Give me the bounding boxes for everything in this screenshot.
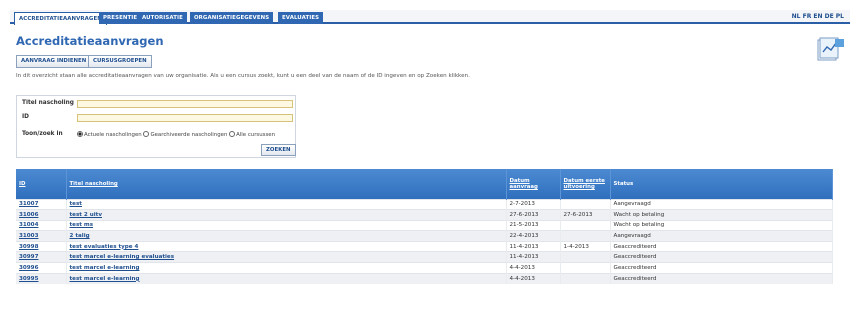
row-id-link[interactable]: 30998: [16, 240, 67, 252]
row-id-link[interactable]: 30995: [16, 272, 67, 284]
results-table: ID Titel nascholing Datum aanvraag Datum…: [16, 169, 833, 284]
row-date-first: [560, 251, 611, 263]
tab-organisatiegegevens[interactable]: Organisatiegegevens: [190, 12, 274, 24]
title-field-label: Titel nascholing: [22, 100, 74, 106]
title-field[interactable]: [77, 100, 293, 108]
row-date-request: 11-4-2013: [506, 240, 561, 252]
tab-autorisatie[interactable]: Autorisatie: [138, 12, 187, 24]
row-status: Geaccrediteerd: [610, 272, 833, 284]
radio-alle[interactable]: [229, 131, 236, 137]
table-row: 30996 test marcel e-learning 4-4-2013 Geacc…: [16, 262, 833, 274]
row-date-first: 1-4-2013: [560, 240, 611, 252]
row-title-link[interactable]: test marcel e-learning evaluaties: [66, 251, 507, 263]
row-title-link[interactable]: test marcel e-learning: [66, 262, 507, 274]
tab-evaluaties[interactable]: Evaluaties: [278, 12, 324, 24]
row-status: Aangevraagd: [610, 198, 833, 210]
table-row: 31004 test ms 21-5-2013 Wacht op betaling: [16, 219, 833, 231]
chart-document-icon[interactable]: [816, 36, 846, 62]
row-status: Geaccrediteerd: [610, 262, 833, 274]
search-button[interactable]: Zoeken: [261, 144, 296, 156]
column-header-title[interactable]: Titel nascholing: [66, 169, 507, 199]
row-date-request: 4-4-2013: [506, 272, 561, 284]
top-navigation: Accreditatieaanvragen Presentie Autorisa…: [10, 10, 850, 25]
radio-alle-label: Alle cursussen: [236, 132, 275, 138]
id-field[interactable]: [77, 114, 293, 122]
row-status: Geaccrediteerd: [610, 251, 833, 263]
row-title-link[interactable]: test evaluaties type 4: [66, 240, 507, 252]
page-title: Accreditatieaanvragen: [16, 34, 164, 48]
new-request-button[interactable]: Aanvraag indienen: [16, 55, 92, 68]
row-date-request: 2-7-2013: [506, 198, 561, 210]
row-status: Wacht op betaling: [610, 219, 833, 231]
row-id-link[interactable]: 31007: [16, 198, 67, 210]
row-title-link[interactable]: test 2 uitv: [66, 209, 507, 221]
row-title-link[interactable]: test: [66, 198, 507, 210]
table-row: 30997 test marcel e-learning evaluaties 11…: [16, 251, 833, 263]
row-id-link[interactable]: 31003: [16, 230, 67, 242]
column-header-date-request[interactable]: Datum aanvraag: [506, 169, 561, 199]
search-panel: Titel nascholing ID Toon/zoek in Actuele…: [16, 95, 296, 158]
course-groups-button[interactable]: Cursusgroepen: [88, 55, 152, 68]
row-date-first: [560, 262, 611, 274]
row-title-link[interactable]: test marcel e-learning: [66, 272, 507, 284]
tab-presentie[interactable]: Presentie: [99, 12, 142, 24]
table-row: 30995 test marcel e-learning 4-4-2013 Geacc…: [16, 272, 833, 284]
row-title-link[interactable]: test ms: [66, 219, 507, 231]
row-date-first: 27-6-2013: [560, 209, 611, 221]
intro-text: In dit overzicht staan alle accreditatie…: [16, 73, 470, 79]
row-date-request: 27-6-2013: [506, 209, 561, 221]
language-switcher[interactable]: NL FR EN DE PL: [792, 13, 844, 20]
column-header-id[interactable]: ID: [16, 169, 67, 199]
radio-actuele[interactable]: [77, 131, 83, 137]
table-row: 30998 test evaluaties type 4 11-4-2013 1-4-…: [16, 240, 833, 252]
row-status: Wacht op betaling: [610, 209, 833, 221]
filter-label: Toon/zoek in: [22, 131, 63, 137]
table-row: 31003 2 talig 22-4-2013 Aangevraagd: [16, 230, 833, 242]
column-header-date-first[interactable]: Datum eerste uitvoering: [560, 169, 611, 199]
filter-options: Actuele nascholingen Gearchiveerde nasch…: [77, 131, 275, 138]
radio-gearchiveerde-label: Gearchiveerde nascholingen: [150, 132, 228, 138]
row-id-link[interactable]: 31004: [16, 219, 67, 231]
row-id-link[interactable]: 30997: [16, 251, 67, 263]
radio-actuele-label: Actuele nascholingen: [84, 132, 142, 138]
radio-gearchiveerde[interactable]: [143, 131, 150, 137]
column-header-status: Status: [610, 169, 833, 199]
row-date-request: 21-5-2013: [506, 219, 561, 231]
row-date-first: [560, 272, 611, 284]
row-id-link[interactable]: 30996: [16, 262, 67, 274]
row-title-link[interactable]: 2 talig: [66, 230, 507, 242]
id-field-label: ID: [22, 114, 29, 120]
table-row: 31007 test 2-7-2013 Aangevraagd: [16, 198, 833, 210]
row-date-first: [560, 198, 611, 210]
row-date-request: 4-4-2013: [506, 262, 561, 274]
row-status: Geaccrediteerd: [610, 240, 833, 252]
tab-accreditatieaanvragen[interactable]: Accreditatieaanvragen: [14, 12, 107, 25]
row-date-first: [560, 230, 611, 242]
row-id-link[interactable]: 31006: [16, 209, 67, 221]
row-status: Aangevraagd: [610, 230, 833, 242]
row-date-first: [560, 219, 611, 231]
table-row: 31006 test 2 uitv 27-6-2013 27-6-2013 Wacht …: [16, 209, 833, 221]
row-date-request: 11-4-2013: [506, 251, 561, 263]
row-date-request: 22-4-2013: [506, 230, 561, 242]
